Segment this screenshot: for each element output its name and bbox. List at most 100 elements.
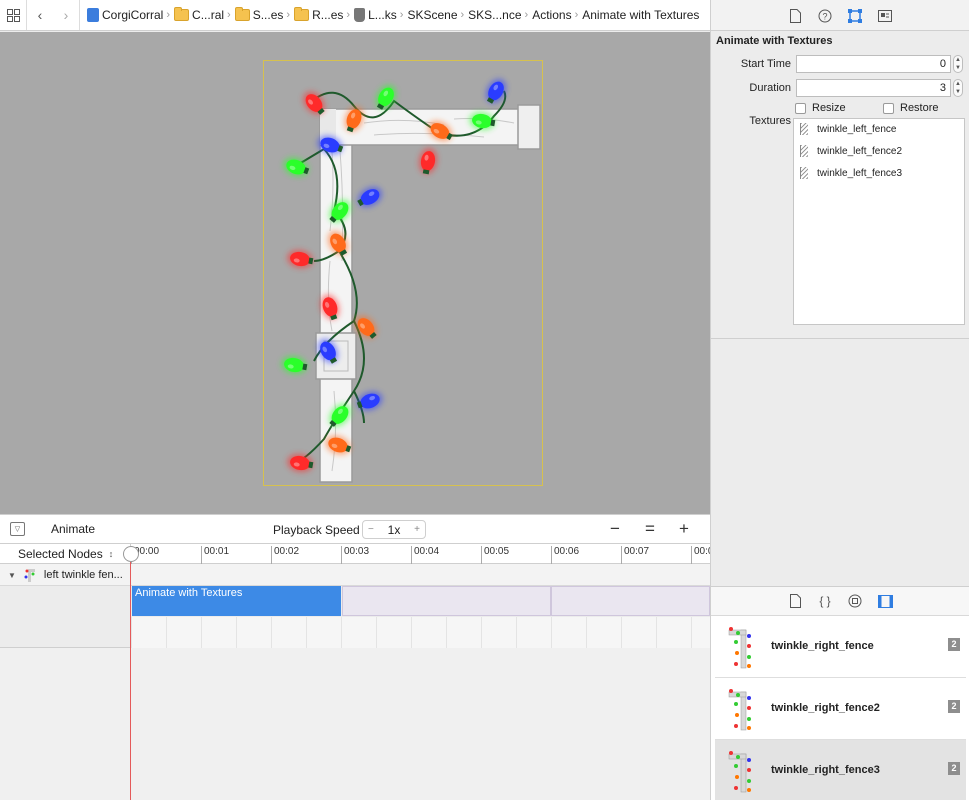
timeline-empty-area (0, 648, 710, 800)
timeline-title: Animate (51, 522, 96, 536)
folder-icon (234, 7, 250, 21)
start-time-label: Start Time (740, 58, 791, 70)
code-snippet-icon[interactable]: { } (817, 593, 833, 609)
duration-field[interactable]: 3 (796, 79, 951, 97)
texture-thumbnail (727, 748, 757, 794)
ruler-tick-label: 00:03 (341, 546, 369, 564)
speed-increase-button[interactable]: + (414, 524, 420, 535)
duration-stepper[interactable]: ▲ ▼ (953, 79, 963, 97)
breadcrumb-item[interactable]: R...es (293, 7, 344, 22)
checkbox-box[interactable] (795, 102, 806, 114)
texture-thumbnail (727, 686, 757, 732)
zoom-out-button[interactable]: − (605, 519, 625, 539)
forward-arrow-icon[interactable]: › (53, 0, 79, 30)
help-inspector-icon[interactable]: ? (817, 8, 833, 24)
breadcrumb-label: L...ks (368, 8, 397, 22)
scene-canvas[interactable] (0, 32, 710, 514)
start-time-field[interactable]: 0 (796, 55, 951, 73)
speed-decrease-button[interactable]: − (368, 524, 374, 535)
breadcrumb-item[interactable]: Actions (531, 8, 572, 22)
size-inspector-icon[interactable] (877, 8, 893, 24)
frame-count-badge: 2 (948, 700, 960, 713)
textures-list[interactable]: twinkle_left_fence twinkle_left_fence2twi… (793, 118, 965, 325)
texture-name: twinkle_left_fence3 (817, 167, 903, 179)
animate-with-textures-action[interactable]: Animate with Textures (132, 586, 341, 616)
chevron-right-icon: › (227, 9, 231, 21)
texture-item[interactable]: twinkle_left_fence2 (800, 145, 902, 157)
texture-thumbnail (727, 624, 757, 670)
zoom-in-button[interactable]: + (674, 519, 694, 539)
grid-line (586, 617, 587, 648)
project-icon (87, 8, 99, 22)
texture-icon (800, 167, 808, 179)
back-arrow-icon[interactable]: ‹ (27, 0, 53, 30)
breadcrumb-item[interactable]: L...ks (353, 8, 398, 22)
object-library-icon[interactable] (847, 593, 863, 609)
grid-line (516, 617, 517, 648)
track-gutter (0, 586, 131, 648)
timeline-ruler[interactable]: 00:00 00:01 00:02 00:03 00:04 00:05 00:06 00:07… (131, 544, 713, 564)
playhead-handle[interactable] (123, 546, 139, 562)
action-placeholder (551, 586, 710, 616)
zoom-fit-button[interactable]: = (640, 519, 660, 539)
chevron-right-icon: › (524, 9, 529, 21)
file-inspector-icon[interactable] (787, 8, 803, 24)
grid-line (166, 617, 167, 648)
breadcrumb-item[interactable]: SKS...nce (467, 8, 522, 22)
folder-icon (174, 7, 190, 21)
breadcrumb-item[interactable]: SKScene (406, 8, 458, 22)
texture-icon (800, 145, 808, 157)
breadcrumb-item[interactable]: S...es (234, 7, 285, 22)
texture-item[interactable]: twinkle_left_fence (800, 123, 897, 135)
textures-label: Textures (749, 115, 791, 127)
grid-line (691, 617, 692, 648)
frame-count-badge: 2 (948, 762, 960, 775)
breadcrumb-label: SKS...nce (468, 8, 522, 22)
grid-line (131, 617, 132, 648)
texture-icon (800, 123, 808, 135)
breadcrumb-label: S...es (252, 8, 284, 22)
playback-speed-stepper[interactable]: − 1x + (362, 520, 426, 539)
grid-line (446, 617, 447, 648)
file-template-icon[interactable] (787, 593, 803, 609)
grid-line (201, 617, 202, 648)
media-library-icon[interactable] (877, 593, 893, 609)
sprite-selection-frame[interactable] (263, 60, 543, 486)
resize-checkbox[interactable]: Resize (795, 102, 846, 114)
node-selector-label: Selected Nodes (18, 547, 103, 561)
library-item[interactable]: twinkle_right_fence 2 (715, 616, 966, 678)
texture-item[interactable]: twinkle_left_fence3 (800, 167, 902, 179)
attributes-inspector-icon[interactable] (847, 8, 863, 24)
track-grid (131, 617, 710, 648)
start-time-stepper[interactable]: ▲ ▼ (953, 55, 963, 73)
breadcrumb-item[interactable]: Animate with Textures (581, 8, 700, 22)
playhead-line (130, 562, 131, 800)
library-item[interactable]: twinkle_right_fence3 2 (715, 740, 966, 800)
timeline-ruler-row: Selected Nodes ↕ 00:00 00:01 00:02 00:03 00:… (0, 544, 713, 564)
related-items-icon[interactable] (0, 0, 26, 30)
texture-name: twinkle_left_fence (817, 123, 897, 135)
chevron-right-icon: › (460, 9, 465, 21)
playback-speed-label: Playback Speed (273, 523, 360, 537)
restore-checkbox[interactable]: Restore (883, 102, 939, 114)
breadcrumb-item[interactable]: C...ral (173, 7, 225, 22)
checkbox-box[interactable] (883, 102, 894, 114)
node-row[interactable]: ▼ left twinkle fen... (0, 564, 710, 586)
toggle-timeline-icon[interactable]: ▽ (10, 522, 25, 536)
breadcrumb-label: Animate with Textures (582, 8, 700, 22)
breadcrumb-label: SKScene (407, 8, 458, 22)
library-item-name: twinkle_right_fence2 (771, 702, 880, 714)
library-tabs: { } (711, 587, 969, 616)
breadcrumb-item[interactable]: CorgiCorral (86, 8, 164, 22)
library-item[interactable]: twinkle_right_fence2 2 (715, 678, 966, 740)
restore-label: Restore (900, 102, 939, 114)
disclosure-triangle-icon[interactable]: ▼ (8, 571, 16, 580)
jump-bar: ‹ › CorgiCorral › C...ral › S...es › R...es › L.… (0, 0, 710, 31)
grid-line (341, 617, 342, 648)
node-label[interactable]: ▼ left twinkle fen... (0, 564, 131, 586)
inspector-tabs: ? (711, 0, 969, 31)
attributes-inspector: ? Animate with Textures Start Time 0 ▲ ▼ … (710, 0, 969, 586)
breadcrumb: CorgiCorral › C...ral › S...es › R...es › L...ks… (86, 7, 700, 22)
node-selector[interactable]: Selected Nodes ↕ (0, 544, 131, 564)
chevron-right-icon: › (346, 9, 351, 21)
